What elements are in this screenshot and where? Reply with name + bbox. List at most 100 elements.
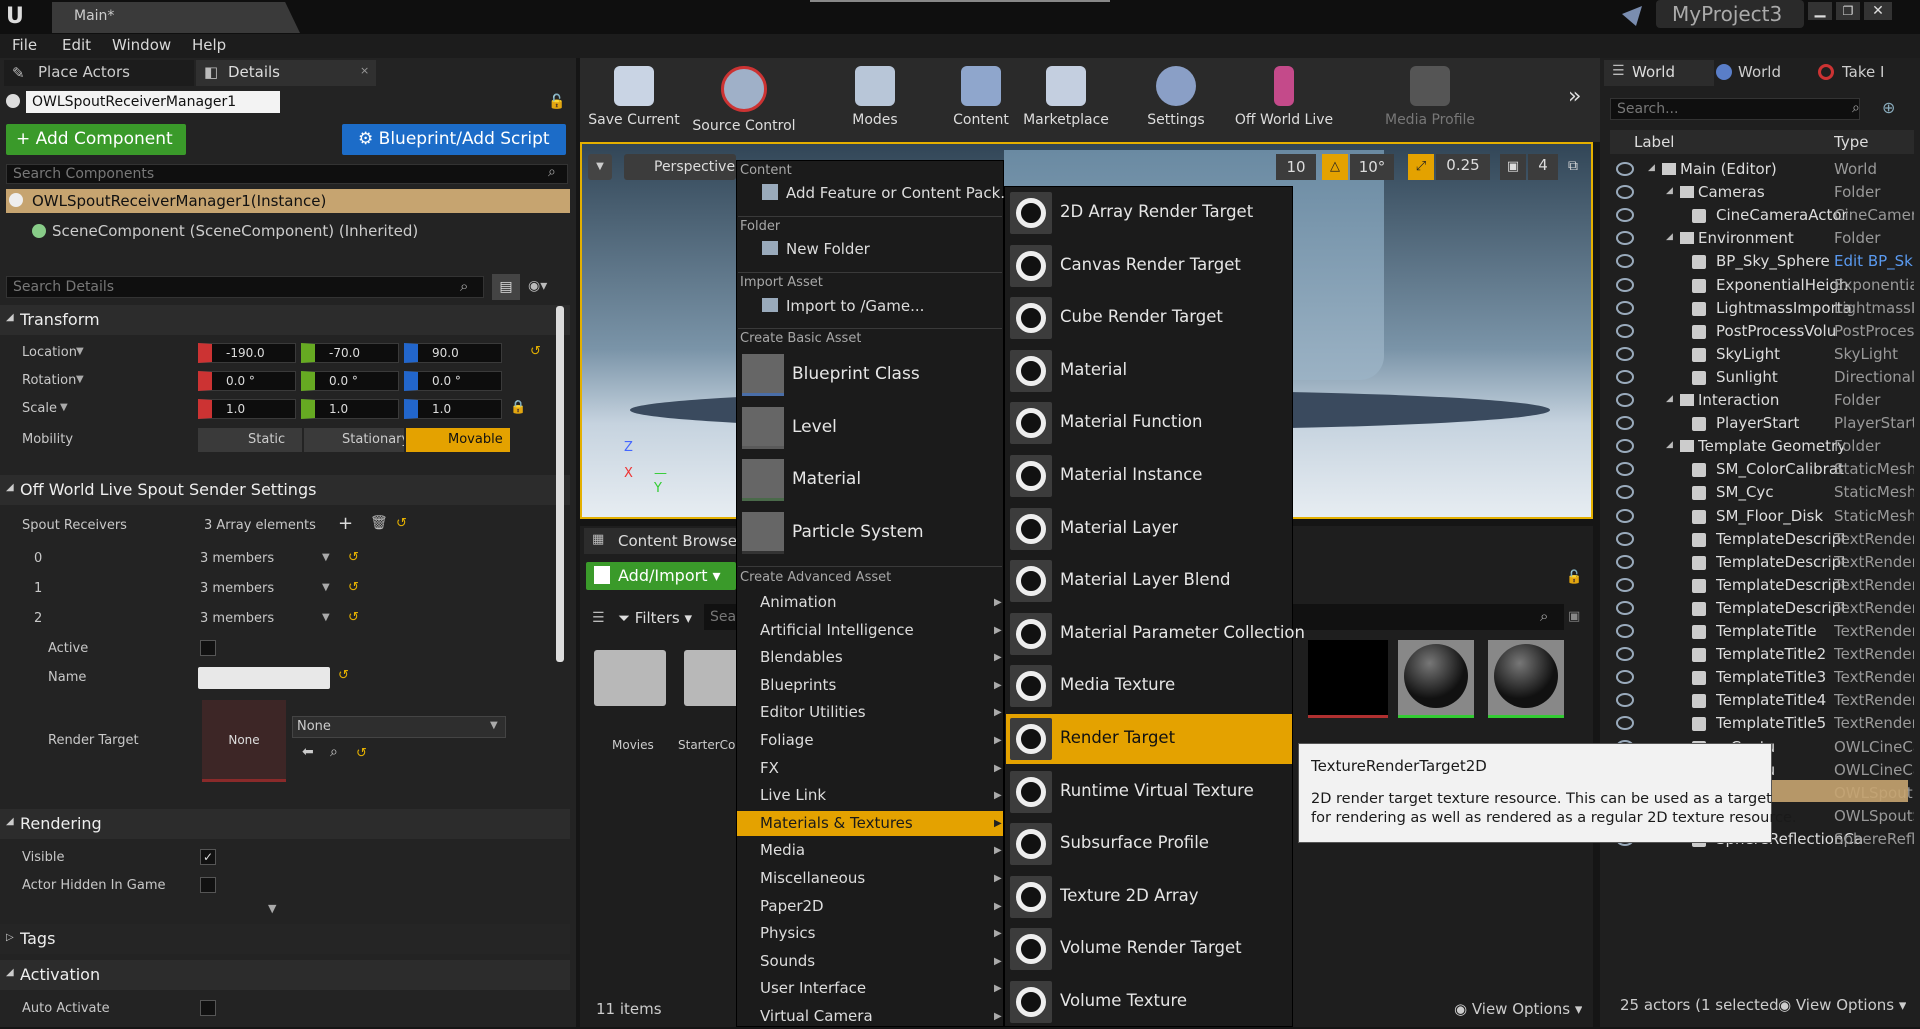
scale-x-field[interactable]: 1.0: [198, 399, 296, 419]
active-checkbox[interactable]: [200, 640, 216, 656]
outliner-eye-icon[interactable]: [1616, 369, 1634, 384]
scale-snap-value[interactable]: 0.25: [1436, 154, 1490, 180]
auto-activate-checkbox[interactable]: [200, 1000, 216, 1016]
tags-section-header[interactable]: [0, 924, 570, 954]
details-scrollbar[interactable]: [556, 306, 564, 662]
mobility-static-button[interactable]: Static: [198, 428, 302, 452]
menu-help[interactable]: Help: [192, 36, 226, 54]
outliner-eye-icon[interactable]: [1616, 185, 1634, 200]
rotation-y-field[interactable]: 0.0 °: [301, 371, 399, 391]
perspective-button[interactable]: Perspective: [624, 154, 736, 180]
outliner-tab-world-2[interactable]: World: [1738, 63, 1781, 81]
outliner-tab-take[interactable]: Take I: [1842, 63, 1884, 81]
menu-window[interactable]: Window: [112, 36, 171, 54]
outliner-view-options-button[interactable]: ◉ View Options ▾: [1778, 996, 1906, 1014]
outliner-eye-icon[interactable]: [1616, 162, 1634, 176]
location-x-field[interactable]: -190.0: [198, 343, 296, 363]
save-current-button[interactable]: Save Current: [586, 62, 682, 128]
property-matrix-icon[interactable]: ▤: [492, 274, 520, 300]
location-z-field[interactable]: 90.0: [404, 343, 502, 363]
folder-movies-icon[interactable]: [594, 650, 666, 706]
settings-button[interactable]: Settings: [1140, 62, 1212, 128]
array-item-2-dropdown-icon[interactable]: ▼: [322, 612, 330, 623]
tree-collapse-arrow-icon[interactable]: ◢: [1648, 163, 1655, 173]
outliner-eye-icon[interactable]: [1616, 277, 1634, 292]
scene-component-row[interactable]: SceneComponent (SceneComponent) (Inherit…: [52, 222, 418, 240]
reset-item-2-icon[interactable]: ↺: [348, 610, 359, 625]
viewport-options-button[interactable]: ▼: [588, 154, 612, 180]
reset-item-0-icon[interactable]: ↺: [348, 550, 359, 565]
outliner-eye-icon[interactable]: [1616, 577, 1634, 592]
toolbar-overflow-icon[interactable]: »: [1568, 84, 1581, 109]
save-search-icon[interactable]: ▣: [1568, 609, 1580, 624]
content-button[interactable]: Content: [948, 62, 1014, 128]
outliner-eye-icon[interactable]: [1616, 300, 1634, 315]
outliner-eye-icon[interactable]: [1616, 393, 1634, 407]
ctx-basic-item[interactable]: Particle System: [792, 522, 924, 542]
eye-visibility-icon[interactable]: ◉▾: [528, 278, 547, 294]
search-components-input[interactable]: Search Components: [6, 164, 568, 184]
array-item-0-dropdown-icon[interactable]: ▼: [322, 552, 330, 563]
col-type-header[interactable]: Type: [1834, 133, 1868, 151]
delete-elements-icon[interactable]: 🗑: [370, 515, 388, 531]
reset-render-target-icon[interactable]: ↺: [356, 746, 367, 761]
ctx-basic-item[interactable]: Material: [792, 469, 861, 489]
menu-edit[interactable]: Edit: [62, 36, 91, 54]
sources-toggle-icon[interactable]: ☰: [592, 610, 605, 626]
use-selected-arrow-icon[interactable]: ⬅: [302, 744, 314, 760]
scale-z-field[interactable]: 1.0: [404, 399, 502, 419]
camera-speed-icon[interactable]: ▣: [1500, 154, 1526, 180]
outliner-search-input[interactable]: Search...: [1610, 98, 1860, 120]
filters-button[interactable]: ⏷ Filters ▾: [618, 606, 696, 630]
reset-item-1-icon[interactable]: ↺: [348, 580, 359, 595]
mobility-stationary-button[interactable]: Stationary: [304, 428, 404, 452]
location-y-field[interactable]: -70.0: [301, 343, 399, 363]
maximize-button[interactable]: ❐: [1836, 2, 1860, 20]
cb-lock-icon[interactable]: 🔓: [1566, 570, 1582, 585]
outliner-eye-icon[interactable]: [1616, 600, 1634, 615]
array-item-1-dropdown-icon[interactable]: ▼: [322, 582, 330, 593]
rotation-label[interactable]: Rotation: [22, 373, 76, 388]
component-instance-row[interactable]: OWLSpoutReceiverManager1(Instance): [6, 189, 570, 213]
asset-thumbnail-black[interactable]: [1308, 640, 1388, 718]
close-button[interactable]: ✕: [1864, 2, 1892, 20]
ctx-new-folder-item[interactable]: New Folder: [786, 240, 870, 258]
ctx-basic-item[interactable]: Blueprint Class: [792, 364, 920, 384]
scale-snap-icon[interactable]: ⤢: [1408, 154, 1434, 180]
actor-name-field[interactable]: OWLSpoutReceiverManager1: [26, 91, 280, 113]
outliner-eye-icon[interactable]: [1616, 647, 1634, 662]
scale-lock-icon[interactable]: 🔒: [510, 400, 526, 415]
reset-receivers-icon[interactable]: ↺: [396, 516, 407, 531]
maximize-viewport-icon[interactable]: ⧉: [1568, 158, 1578, 174]
outliner-eye-icon[interactable]: [1616, 323, 1634, 338]
ctx-basic-item[interactable]: Level: [792, 417, 837, 437]
cb-view-options-button[interactable]: ◉ View Options ▾: [1454, 1000, 1582, 1018]
marketplace-button[interactable]: Marketplace: [1020, 62, 1112, 128]
outliner-eye-icon[interactable]: [1616, 531, 1634, 546]
angle-snap-value[interactable]: 10°: [1350, 154, 1394, 180]
scale-y-field[interactable]: 1.0: [301, 399, 399, 419]
advanced-expand-icon[interactable]: ▼: [268, 902, 276, 915]
search-details-input[interactable]: Search Details: [6, 276, 484, 298]
tab-close-icon[interactable]: ×: [360, 64, 369, 77]
menu-file[interactable]: File: [12, 36, 37, 54]
source-control-button[interactable]: Source Control: [688, 62, 800, 134]
ctx-import-item[interactable]: Import to /Game...: [786, 297, 924, 315]
camera-speed-value[interactable]: 4: [1528, 154, 1558, 180]
outliner-eye-icon[interactable]: [1616, 508, 1634, 523]
add-component-button[interactable]: + Add Component: [6, 124, 186, 155]
col-label-header[interactable]: Label: [1634, 133, 1674, 151]
tree-collapse-arrow-icon[interactable]: ◢: [1666, 186, 1673, 196]
lock-icon[interactable]: 🔓: [548, 94, 565, 110]
browse-search-icon[interactable]: ⌕: [330, 744, 338, 760]
rotation-x-field[interactable]: 0.0 °: [198, 371, 296, 391]
tree-collapse-arrow-icon[interactable]: ◢: [1666, 440, 1673, 450]
folder-starter-icon[interactable]: [684, 650, 736, 706]
outliner-eye-icon[interactable]: [1616, 346, 1634, 361]
outliner-eye-icon[interactable]: [1616, 554, 1634, 569]
outliner-eye-icon[interactable]: [1616, 624, 1634, 638]
off-world-live-button[interactable]: Off World Live: [1230, 62, 1338, 128]
array-item-0-index[interactable]: 0: [34, 551, 42, 566]
outliner-eye-icon[interactable]: [1616, 416, 1634, 431]
tree-collapse-arrow-icon[interactable]: ◢: [1666, 232, 1673, 242]
